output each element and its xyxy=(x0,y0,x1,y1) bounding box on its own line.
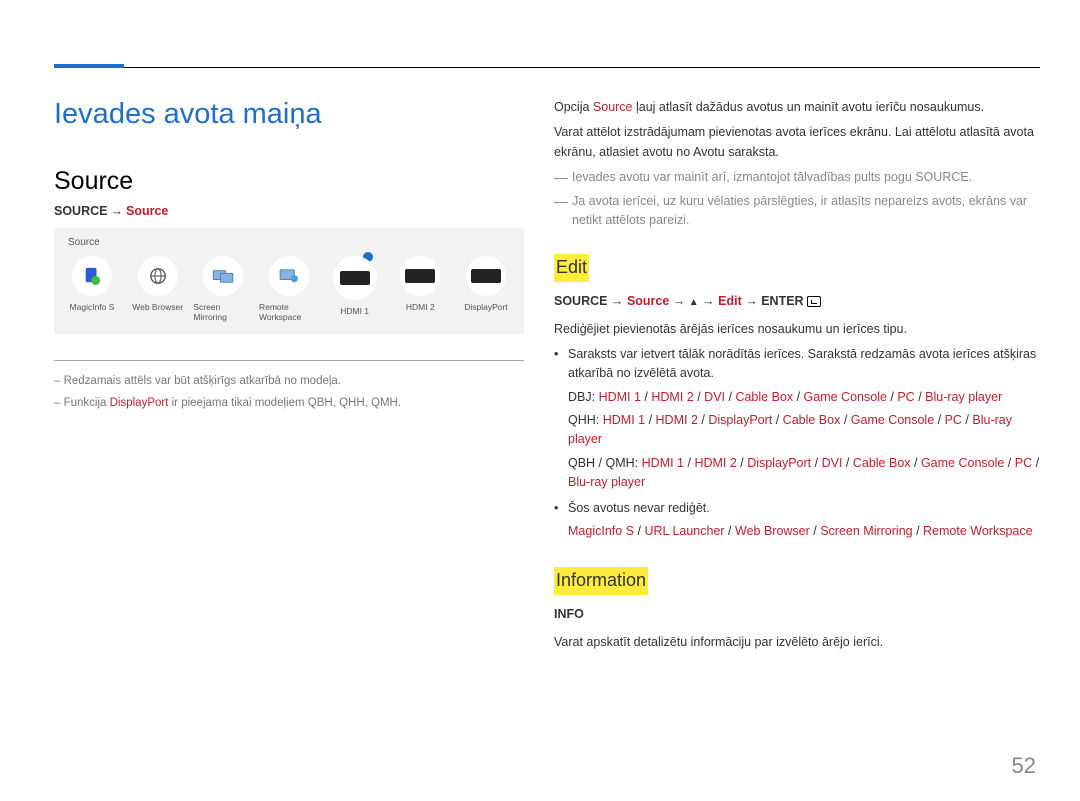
remote-workspace-icon xyxy=(269,256,309,296)
qbh-row: QBH / QMH: HDMI 1 / HDMI 2 / DisplayPort… xyxy=(568,454,1040,493)
qhh-row: QHH: HDMI 1 / HDMI 2 / DisplayPort / Cab… xyxy=(568,411,1040,450)
note-model: – Redzamais attēls var būt atšķirīgs atk… xyxy=(54,375,524,387)
magicinfo-icon xyxy=(72,256,112,296)
dash-note-1: ―Ievades avotu var mainīt arī, izmantojo… xyxy=(554,168,1040,187)
hdmi-icon xyxy=(400,256,440,296)
note-displayport: – Funkcija DisplayPort ir pieejama tikai… xyxy=(54,397,524,409)
globe-icon xyxy=(138,256,178,296)
enter-icon xyxy=(807,296,821,307)
source-item-webbrowser[interactable]: Web Browser xyxy=(128,256,188,322)
source-item-magicinfo[interactable]: MagicInfo S xyxy=(62,256,122,322)
hdmi-icon xyxy=(333,256,377,300)
source-item-remoteworkspace[interactable]: Remote Workspace xyxy=(259,256,319,322)
bullet-list2: Šos avotus nevar rediģēt. MagicInfo S / … xyxy=(568,499,1040,542)
page-title: Ievades avota maiņa xyxy=(54,98,524,131)
page-number: 52 xyxy=(1012,753,1036,779)
panel-title: Source xyxy=(62,234,516,256)
intro-p1: Opcija Source ļauj atlasīt dažādus avotu… xyxy=(554,98,1040,117)
edit-desc: Rediģējiet pievienotās ārējās ierīces no… xyxy=(554,320,1040,339)
noedit-row: MagicInfo S / URL Launcher / Web Browser… xyxy=(568,522,1040,541)
header-divider xyxy=(54,38,1040,68)
dash-note-2: ―Ja avota ierīcei, uz kuru vēlaties pārs… xyxy=(554,192,1040,231)
screen-mirroring-icon xyxy=(203,256,243,296)
info-desc: Varat apskatīt detalizētu informāciju pa… xyxy=(554,633,1040,652)
dbj-row: DBJ: HDMI 1 / HDMI 2 / DVI / Cable Box /… xyxy=(568,388,1040,407)
source-item-hdmi1[interactable]: HDMI 1 xyxy=(325,256,385,322)
information-heading: Information xyxy=(554,567,648,595)
source-heading: Source xyxy=(54,167,524,196)
edit-heading: Edit xyxy=(554,254,589,282)
edit-path: SOURCE → Source → ▲ → Edit → ENTER xyxy=(554,292,1040,311)
source-item-hdmi2[interactable]: HDMI 2 xyxy=(390,256,450,322)
info-label: INFO xyxy=(554,605,1040,624)
displayport-icon xyxy=(466,256,506,296)
intro-p2: Varat attēlot izstrādājumam pievienotas … xyxy=(554,123,1040,162)
source-panel: Source MagicInfo S Web Browser xyxy=(54,228,524,334)
bullet-list1: Saraksts var ietvert tālāk norādītās ier… xyxy=(568,345,1040,493)
source-item-screenmirroring[interactable]: Screen Mirroring xyxy=(193,256,253,322)
source-item-displayport[interactable]: DisplayPort xyxy=(456,256,516,322)
source-path: SOURCE→Source xyxy=(54,204,524,218)
